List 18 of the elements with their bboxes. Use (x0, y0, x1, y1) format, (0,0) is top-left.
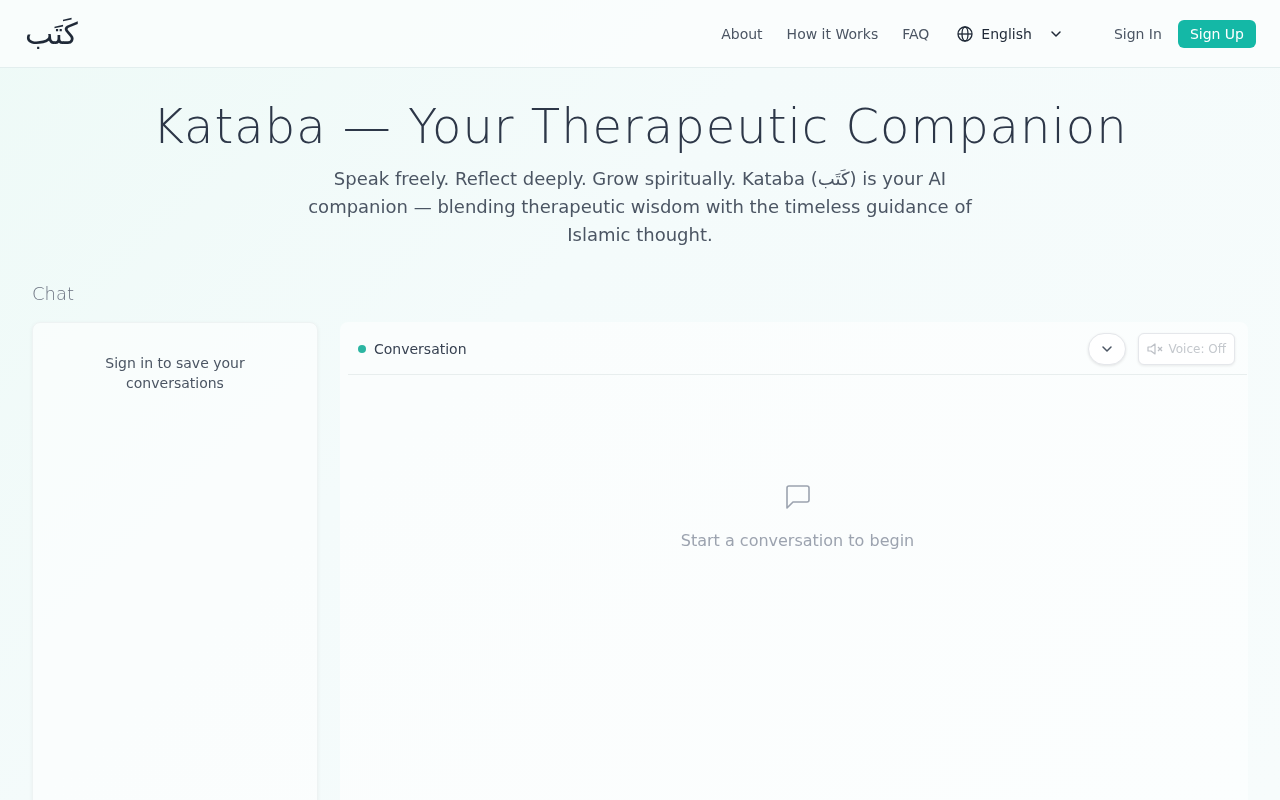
empty-state-message: Start a conversation to begin (680, 531, 915, 550)
nav-link[interactable]: About (721, 25, 763, 42)
conversation-title: Conversation (374, 341, 467, 357)
page-subtitle: Speak freely. Reflect deeply. Grow spiritually. Kataba (كَتَب) is your AI companion — blending therapeutic wisdom with the timeless guidance of Islamic thought. (307, 167, 974, 247)
sign-in-button[interactable]: Sign In (1113, 25, 1162, 42)
collapse-button[interactable] (1088, 333, 1127, 365)
nav-link[interactable]: How it Works (786, 25, 879, 42)
sign-in-prompt: Sign in to save your conversations (104, 354, 246, 393)
chevron-down-icon (1101, 343, 1114, 355)
status-dot-icon (358, 345, 366, 353)
logo[interactable]: كَتَب (25, 18, 78, 49)
section-heading: Chat (32, 283, 76, 305)
globe-icon (957, 25, 974, 42)
speaker-muted-icon (1147, 343, 1165, 355)
chat-bubble-icon (783, 483, 812, 511)
page-title: Kataba — Your Therapeutic Companion (151, 97, 1129, 156)
nav-link[interactable]: FAQ (902, 25, 930, 42)
language-selector[interactable]: English (957, 21, 1062, 46)
